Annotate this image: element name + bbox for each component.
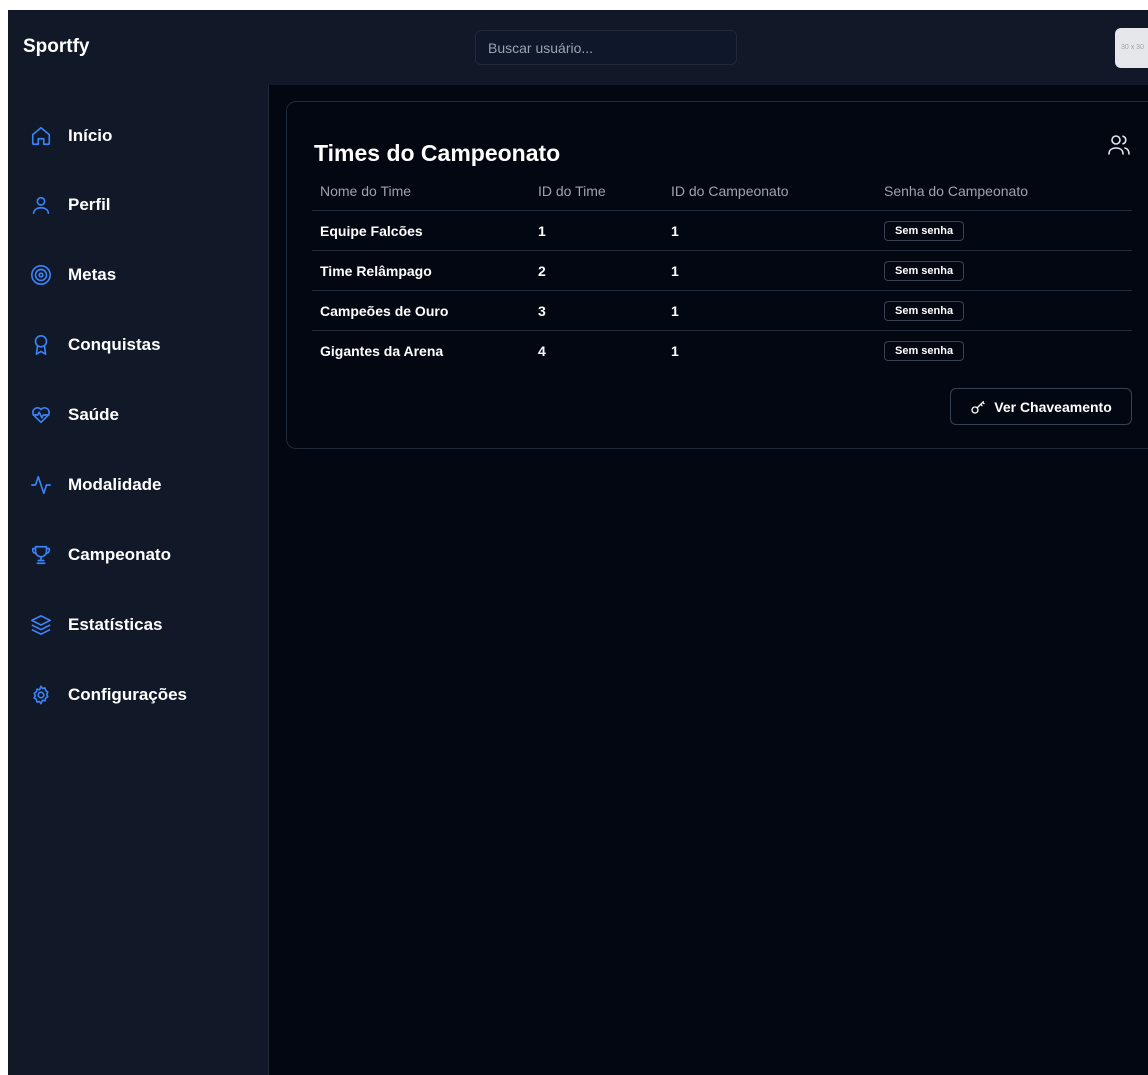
password-cell: Sem senha (876, 250, 1132, 291)
table-row[interactable]: Time Relâmpago 2 1 Sem senha (312, 250, 1132, 291)
sidebar-item-label: Saúde (68, 405, 120, 424)
password-cell: Sem senha (876, 290, 1132, 331)
password-badge: Sem senha (884, 260, 965, 281)
sidebar-item-conquistas[interactable]: Conquistas (30, 330, 161, 360)
sidebar-item-inicio[interactable]: Início (30, 121, 112, 151)
sidebar-item-modalidade[interactable]: Modalidade (30, 470, 162, 500)
team-name: Campeões de Ouro (312, 290, 530, 331)
user-icon (32, 196, 50, 215)
sidebar-item-label: Início (68, 126, 113, 145)
app-window: Sportfy 30 x 30 Início Perfil Metas Conq… (8, 10, 1148, 1075)
team-id: 4 (538, 342, 546, 359)
view-bracket-label: Ver Chaveamento (994, 398, 1112, 415)
avatar[interactable]: 30 x 30 (1115, 28, 1148, 68)
sidebar: Início Perfil Metas Conquistas Saúde Mod… (8, 85, 269, 1075)
sidebar-item-label: Conquistas (68, 335, 161, 354)
password-badge: Sem senha (884, 340, 965, 361)
sidebar-item-label: Configurações (68, 685, 188, 704)
sidebar-item-estatisticas[interactable]: Estatísticas (30, 610, 163, 640)
target-icon (31, 265, 51, 285)
column-header: Senha do Campeonato (876, 172, 1132, 211)
users-icon (1108, 135, 1130, 155)
championship-id: 1 (663, 250, 876, 291)
sidebar-item-label: Metas (68, 265, 117, 284)
sidebar-item-configuracoes[interactable]: Configurações (30, 680, 187, 710)
teams-table: Nome do Time ID do Time ID do Campeonato… (312, 172, 1132, 370)
award-icon (34, 335, 48, 355)
teams-card: Times do Campeonato Nome do Time ID do T… (286, 101, 1148, 449)
password-badge: Sem senha (884, 300, 965, 321)
table-row[interactable]: Campeões de Ouro 3 1 Sem senha (312, 290, 1132, 331)
heart-pulse-icon (32, 407, 50, 424)
card-title: Times do Campeonato (314, 140, 561, 166)
team-id: 1 (530, 210, 663, 251)
table-header-row: Nome do Time ID do Time ID do Campeonato… (312, 172, 1132, 211)
table-row[interactable]: Gigantes da Arena 4 1 Sem senha (312, 331, 1132, 371)
sidebar-item-label: Modalidade (68, 475, 162, 494)
column-header: ID do Time (530, 172, 663, 211)
sidebar-item-label: Estatísticas (68, 615, 163, 634)
layers-icon (31, 615, 51, 635)
password-badge: Sem senha (884, 220, 965, 241)
column-header: Nome do Time (312, 172, 530, 211)
team-name: Gigantes da Arena (320, 342, 444, 359)
brand-logo[interactable]: Sportfy (23, 36, 90, 58)
sidebar-item-label: Perfil (68, 195, 111, 214)
table-row[interactable]: Equipe Falcões 1 1 Sem senha (312, 210, 1132, 251)
sidebar-item-campeonato[interactable]: Campeonato (30, 540, 171, 570)
sidebar-item-label: Campeonato (68, 545, 171, 564)
gear-icon (33, 685, 49, 705)
sidebar-item-perfil[interactable]: Perfil (30, 190, 111, 220)
column-header: ID do Campeonato (663, 172, 876, 211)
sidebar-item-metas[interactable]: Metas (30, 260, 116, 290)
key-icon (971, 400, 985, 414)
search-input[interactable] (475, 30, 737, 65)
trophy-icon (31, 545, 51, 565)
team-name: Equipe Falcões (312, 210, 530, 251)
championship-id: 1 (663, 290, 876, 331)
team-name: Time Relâmpago (312, 250, 530, 291)
championship-id: 1 (671, 342, 679, 359)
view-bracket-button[interactable]: Ver Chaveamento (950, 388, 1132, 425)
activity-icon (31, 475, 51, 495)
password-cell: Sem senha (876, 331, 1132, 371)
championship-id: 1 (663, 210, 876, 251)
password-cell: Sem senha (876, 210, 1132, 251)
team-id: 3 (530, 290, 663, 331)
top-bar: Sportfy 30 x 30 (8, 10, 1148, 85)
home-icon (31, 126, 51, 146)
team-id: 2 (530, 250, 663, 291)
sidebar-item-saude[interactable]: Saúde (30, 400, 119, 430)
